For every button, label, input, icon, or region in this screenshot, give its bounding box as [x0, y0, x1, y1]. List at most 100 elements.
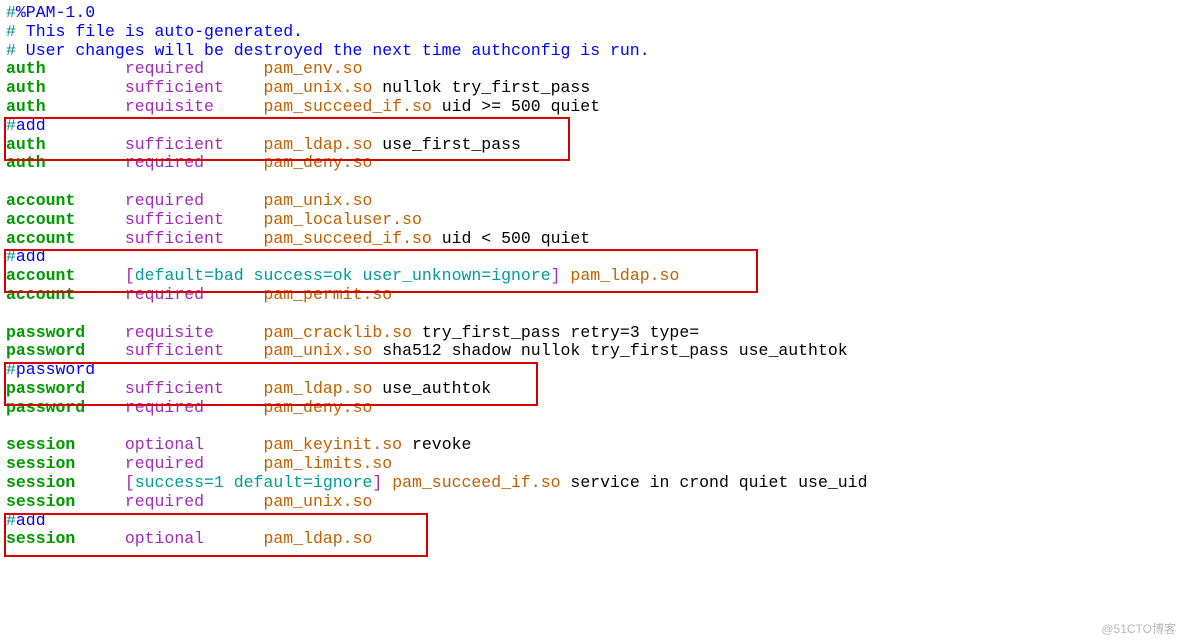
pam-control: requisite: [125, 97, 264, 116]
comment-text: add: [16, 247, 46, 266]
pam-type: password: [6, 379, 125, 398]
pam-control: optional: [125, 529, 264, 548]
pam-args: service in crond quiet use_uid: [570, 473, 867, 492]
pam-args: nullok try_first_pass: [382, 78, 590, 97]
code-line: password required pam_deny.so: [6, 399, 1178, 418]
pam-module: pam_unix.so: [263, 492, 372, 511]
comment-text: password: [16, 360, 95, 379]
pam-bracket-options: default=bad success=ok user_unknown=igno…: [135, 266, 551, 285]
comment-marker: #: [6, 41, 16, 60]
pam-control: sufficient: [125, 341, 264, 360]
code-line: session required pam_limits.so: [6, 455, 1178, 474]
pam-module: pam_env.so: [263, 59, 362, 78]
pam-module: pam_unix.so: [263, 191, 372, 210]
pam-args: use_first_pass: [382, 135, 521, 154]
pam-type: account: [6, 285, 125, 304]
pam-module: pam_permit.so: [263, 285, 392, 304]
pam-type: auth: [6, 59, 125, 78]
comment-marker: #: [6, 247, 16, 266]
pam-module: pam_ldap.so: [263, 379, 372, 398]
pam-control: sufficient: [125, 229, 264, 248]
pam-args: revoke: [412, 435, 471, 454]
code-line: #%PAM-1.0: [6, 4, 1178, 23]
pam-type: auth: [6, 97, 125, 116]
bracket-close: ]: [551, 266, 561, 285]
comment-marker: #: [6, 511, 16, 530]
comment-text: %PAM-1.0: [16, 3, 95, 22]
pam-module: pam_deny.so: [263, 398, 372, 417]
pam-module: pam_cracklib.so: [263, 323, 412, 342]
bracket-close: ]: [372, 473, 382, 492]
pam-module: pam_limits.so: [263, 454, 392, 473]
pam-control: sufficient: [125, 135, 264, 154]
code-line: account required pam_unix.so: [6, 192, 1178, 211]
pam-type: auth: [6, 153, 125, 172]
code-line: account sufficient pam_localuser.so: [6, 211, 1178, 230]
pam-args: uid < 500 quiet: [442, 229, 591, 248]
pam-type: session: [6, 492, 125, 511]
pam-control: required: [125, 454, 264, 473]
pam-control: required: [125, 398, 264, 417]
pam-control: required: [125, 492, 264, 511]
pam-module: pam_deny.so: [263, 153, 372, 172]
pam-control: sufficient: [125, 210, 264, 229]
code-line: auth sufficient pam_ldap.so use_first_pa…: [6, 136, 1178, 155]
pam-type: password: [6, 398, 125, 417]
pam-type: session: [6, 529, 125, 548]
pam-module: pam_localuser.so: [263, 210, 421, 229]
code-line: auth sufficient pam_unix.so nullok try_f…: [6, 79, 1178, 98]
pam-control: required: [125, 59, 264, 78]
code-line: account sufficient pam_succeed_if.so uid…: [6, 230, 1178, 249]
pam-module: pam_ldap.so: [263, 529, 372, 548]
code-line: [6, 173, 1178, 192]
code-line: account required pam_permit.so: [6, 286, 1178, 305]
pam-args: try_first_pass retry=3 type=: [422, 323, 699, 342]
pam-type: password: [6, 341, 125, 360]
code-line: session optional pam_ldap.so: [6, 530, 1178, 549]
pam-args: sha512 shadow nullok try_first_pass use_…: [382, 341, 847, 360]
watermark: @51CTO博客: [1101, 620, 1176, 637]
pam-control: optional: [125, 435, 264, 454]
comment-text: add: [16, 511, 46, 530]
comment-marker: #: [6, 22, 16, 41]
pam-module: pam_keyinit.so: [263, 435, 402, 454]
pam-bracket-options: success=1 default=ignore: [135, 473, 373, 492]
code-line: #add: [6, 248, 1178, 267]
code-line: password requisite pam_cracklib.so try_f…: [6, 324, 1178, 343]
pam-module: pam_succeed_if.so: [263, 97, 431, 116]
pam-type: session: [6, 473, 125, 492]
pam-control: required: [125, 285, 264, 304]
code-line: [6, 418, 1178, 437]
bracket-open: [: [125, 473, 135, 492]
code-line: session [success=1 default=ignore] pam_s…: [6, 474, 1178, 493]
pam-type: session: [6, 454, 125, 473]
code-line: auth required pam_env.so: [6, 60, 1178, 79]
code-line: auth required pam_deny.so: [6, 154, 1178, 173]
pam-module: pam_ldap.so: [263, 135, 372, 154]
pam-control: sufficient: [125, 379, 264, 398]
code-line: password sufficient pam_ldap.so use_auth…: [6, 380, 1178, 399]
bracket-open: [: [125, 266, 135, 285]
pam-module: pam_succeed_if.so: [392, 473, 560, 492]
config-file-view: #%PAM-1.0# This file is auto-generated.#…: [0, 0, 1184, 553]
pam-type: auth: [6, 78, 125, 97]
pam-module: pam_succeed_if.so: [263, 229, 431, 248]
code-line: [6, 305, 1178, 324]
pam-control: required: [125, 191, 264, 210]
pam-type: account: [6, 210, 125, 229]
comment-text: add: [16, 116, 46, 135]
code-line: password sufficient pam_unix.so sha512 s…: [6, 342, 1178, 361]
code-line: account [default=bad success=ok user_unk…: [6, 267, 1178, 286]
code-line: # User changes will be destroyed the nex…: [6, 42, 1178, 61]
comment-marker: #: [6, 116, 16, 135]
pam-type: auth: [6, 135, 125, 154]
pam-control: sufficient: [125, 78, 264, 97]
pam-args: use_authtok: [382, 379, 491, 398]
code-line: auth requisite pam_succeed_if.so uid >= …: [6, 98, 1178, 117]
pam-type: password: [6, 323, 125, 342]
comment-text: User changes will be destroyed the next …: [16, 41, 650, 60]
pam-control: required: [125, 153, 264, 172]
code-line: #password: [6, 361, 1178, 380]
pam-type: account: [6, 191, 125, 210]
comment-text: This file is auto-generated.: [16, 22, 303, 41]
